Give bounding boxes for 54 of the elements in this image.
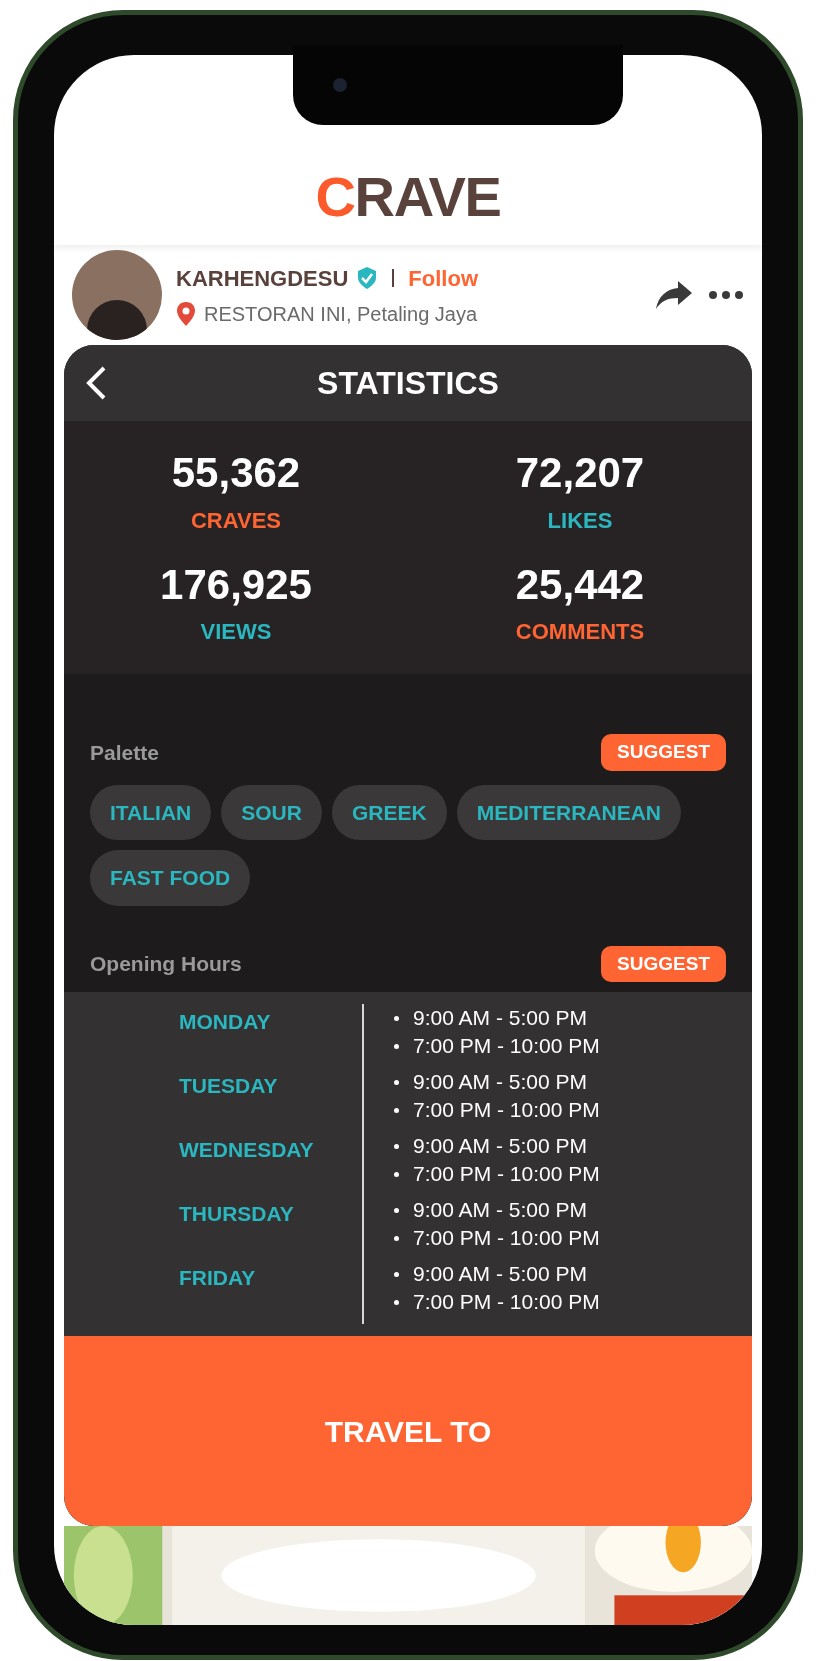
location-text: RESTORAN INI, Petaling Jaya: [204, 301, 478, 327]
cuisine-tag[interactable]: FAST FOOD: [90, 850, 251, 906]
suggest-button[interactable]: SUGGEST: [601, 734, 726, 771]
stat-value: 55,362: [171, 448, 301, 498]
time-range: 7:00 PM - 10:00 PM: [413, 1289, 600, 1315]
cuisine-tag[interactable]: GREEK: [331, 784, 447, 840]
stat-value: 72,207: [515, 448, 645, 498]
cuisine-tag[interactable]: SOUR: [221, 784, 322, 840]
time-range: 9:00 AM - 5:00 PM: [413, 1005, 587, 1031]
cuisine-tag[interactable]: ITALIAN: [90, 784, 212, 840]
day-label: THURSDAY: [179, 1202, 294, 1225]
logo: CRAVE: [315, 169, 501, 225]
bullet-icon: [394, 1043, 399, 1049]
time-range: 7:00 PM - 10:00 PM: [413, 1097, 600, 1123]
time-range: 9:00 AM - 5:00 PM: [413, 1069, 587, 1095]
time-range: 9:00 AM - 5:00 PM: [413, 1197, 587, 1223]
time-range: 9:00 AM - 5:00 PM: [413, 1133, 587, 1159]
stat-value: 25,442: [515, 559, 645, 610]
bullet-icon: [394, 1171, 399, 1177]
back-icon[interactable]: [84, 365, 108, 401]
sheet-title: STATISTICS: [317, 364, 499, 403]
location-pin-icon: [176, 300, 196, 327]
cuisine-tag[interactable]: MEDITERRANEAN: [456, 784, 681, 840]
time-range: 9:00 AM - 5:00 PM: [413, 1261, 587, 1287]
bullet-icon: [394, 1107, 399, 1113]
share-icon[interactable]: [654, 279, 694, 311]
follow-link[interactable]: Follow: [408, 261, 478, 295]
camera-icon: [333, 78, 347, 92]
username: KARHENGDESU: [176, 264, 349, 293]
time-range: 7:00 PM - 10:00 PM: [413, 1161, 600, 1187]
section-title: Opening Hours: [90, 951, 242, 977]
travel-to-button[interactable]: TRAVEL TO: [64, 1336, 752, 1526]
section-title: Palette: [90, 739, 159, 766]
time-range: 7:00 PM - 10:00 PM: [413, 1033, 600, 1059]
bullet-icon: [394, 1271, 399, 1277]
bullet-icon: [394, 1015, 399, 1021]
bullet-icon: [394, 1079, 399, 1085]
stat-label: COMMENTS: [515, 618, 645, 646]
time-range: 7:00 PM - 10:00 PM: [413, 1225, 600, 1251]
stat-label: CRAVES: [190, 506, 282, 535]
separator: [392, 269, 395, 287]
day-label: MONDAY: [179, 1010, 271, 1033]
stat-label: VIEWS: [200, 618, 272, 646]
day-label: WEDNESDAY: [179, 1138, 314, 1161]
bullet-icon: [394, 1299, 399, 1305]
day-label: FRIDAY: [179, 1266, 256, 1289]
bullet-icon: [394, 1143, 399, 1149]
more-icon[interactable]: [708, 290, 744, 300]
stat-label: LIKES: [547, 506, 613, 535]
bullet-icon: [394, 1235, 399, 1241]
day-label: TUESDAY: [179, 1074, 278, 1097]
bullet-icon: [394, 1207, 399, 1213]
suggest-button[interactable]: SUGGEST: [601, 945, 726, 982]
stat-value: 176,925: [160, 559, 312, 610]
